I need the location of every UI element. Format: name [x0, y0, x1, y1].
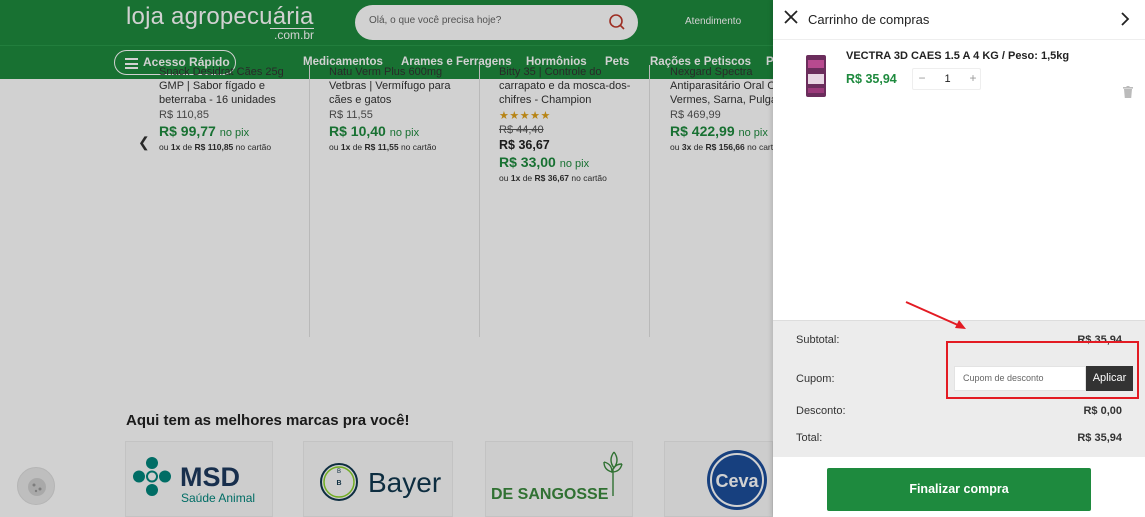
annotation-highlight-box — [946, 341, 1139, 399]
chevron-right-icon[interactable] — [1120, 12, 1130, 26]
increase-quantity-button[interactable]: + — [964, 69, 982, 89]
coupon-label: Cupom: — [796, 373, 835, 385]
discount-value: R$ 0,00 — [1083, 405, 1122, 417]
cart-item-name[interactable]: VECTRA 3D CAES 1.5 A 4 KG / Peso: 1,5kg — [846, 50, 1069, 62]
quantity-value[interactable]: 1 — [931, 69, 964, 89]
total-label: Total: — [796, 432, 823, 444]
subtotal-label: Subtotal: — [796, 334, 840, 346]
quantity-stepper: − 1 + — [912, 68, 981, 90]
trash-icon[interactable] — [1123, 86, 1133, 98]
product-thumbnail[interactable] — [804, 54, 828, 98]
checkout-button[interactable]: Finalizar compra — [827, 468, 1091, 511]
cart-drawer: Carrinho de compras VECTRA 3D CAES 1.5 A… — [773, 0, 1145, 517]
total-value: R$ 35,94 — [1077, 432, 1122, 444]
decrease-quantity-button[interactable]: − — [913, 69, 931, 89]
cart-title: Carrinho de compras — [808, 12, 930, 27]
cart-footer: Finalizar compra — [773, 457, 1145, 517]
annotation-arrow-icon — [905, 301, 966, 329]
cart-header: Carrinho de compras — [773, 0, 1145, 40]
discount-label: Desconto: — [796, 405, 846, 417]
page-overlay[interactable] — [0, 0, 773, 517]
cart-item-price: R$ 35,94 — [846, 72, 897, 86]
close-icon[interactable] — [784, 10, 798, 24]
